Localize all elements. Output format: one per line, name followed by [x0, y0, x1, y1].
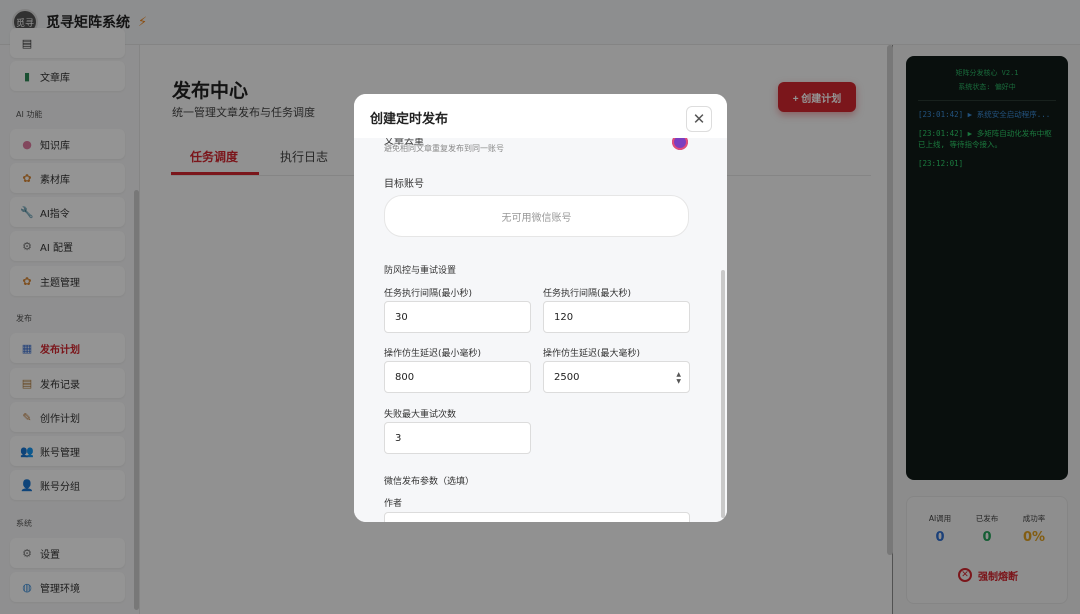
max-delay-label: 操作仿生延迟(最大毫秒) [543, 349, 641, 359]
max-retry-input[interactable]: 3 [384, 422, 531, 454]
target-account-label: 目标账号 [384, 179, 424, 190]
stepper-icon[interactable]: ▲ ▼ [676, 371, 681, 385]
author-label: 作者 [384, 499, 403, 509]
max-delay-value: 2500 [554, 371, 580, 383]
min-interval-label: 任务执行间隔(最小秒) [384, 289, 473, 299]
close-icon: ✕ [692, 110, 706, 128]
max-interval-label: 任务执行间隔(最大秒) [543, 289, 632, 299]
dedupe-toggle[interactable] [672, 138, 688, 150]
min-delay-label: 操作仿生延迟(最小毫秒) [384, 349, 482, 359]
risk-section-label: 防风控与重试设置 [384, 266, 457, 276]
max-delay-input[interactable]: 2500 ▲ ▼ [543, 361, 690, 393]
modal-scrollbar[interactable] [721, 270, 725, 518]
modal-body: 文章去重 避免相同文章重复发布到同一账号 目标账号 无可用微信账号 防风控与重试… [354, 138, 727, 522]
min-interval-input[interactable]: 30 [384, 301, 531, 333]
modal-title: 创建定时发布 [370, 112, 449, 127]
max-interval-input[interactable]: 120 [543, 301, 690, 333]
target-account-select[interactable]: 无可用微信账号 [384, 195, 689, 237]
min-delay-input[interactable]: 800 [384, 361, 531, 393]
create-schedule-modal: 文章去重 避免相同文章重复发布到同一账号 目标账号 无可用微信账号 防风控与重试… [354, 94, 727, 522]
dedupe-hint: 避免相同文章重复发布到同一账号 [384, 144, 504, 153]
author-input[interactable] [384, 512, 690, 522]
modal-header: 创建定时发布 ✕ [354, 94, 727, 138]
close-button[interactable]: ✕ [686, 106, 712, 132]
max-retry-label: 失败最大重试次数 [384, 410, 457, 420]
wechat-section-label: 微信发布参数（选填） [384, 477, 475, 487]
